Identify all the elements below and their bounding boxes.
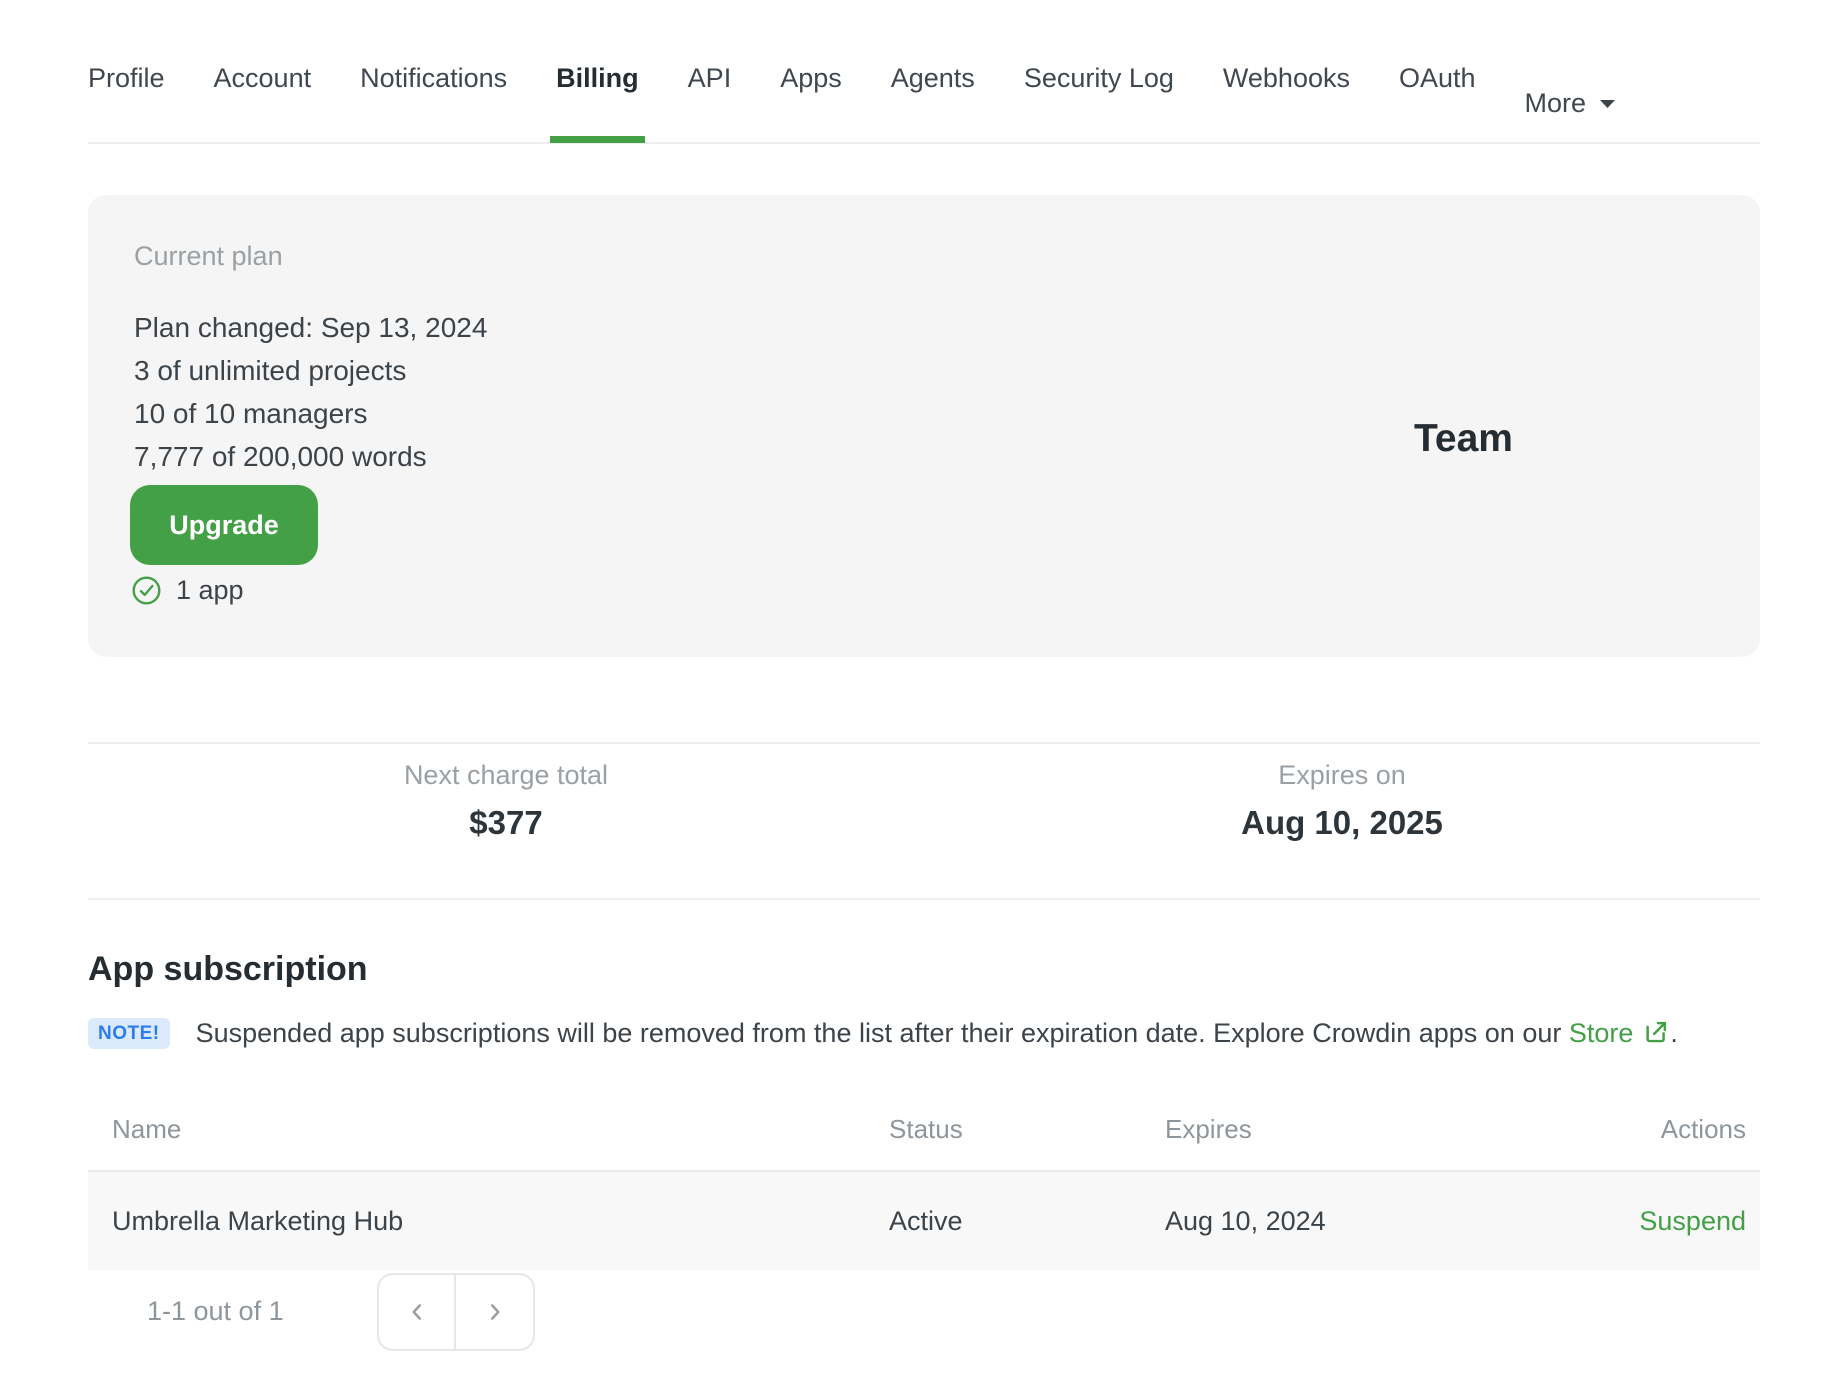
- tab-webhooks[interactable]: Webhooks: [1223, 62, 1350, 144]
- chevron-right-icon: [490, 1304, 500, 1320]
- tab-api[interactable]: API: [688, 62, 732, 144]
- chevron-left-icon: [411, 1304, 421, 1320]
- cell-status: Active: [889, 1205, 963, 1236]
- words-usage-line: 7,777 of 200,000 words: [134, 441, 427, 472]
- chevron-down-icon: [1600, 100, 1616, 108]
- subscriptions-table: Name Status Expires Actions Umbrella Mar…: [88, 1088, 1760, 1270]
- table-row: Umbrella Marketing Hub Active Aug 10, 20…: [88, 1170, 1760, 1270]
- note-text: Suspended app subscriptions will be remo…: [196, 1018, 1678, 1049]
- billing-summary: Next charge total $377 Expires on Aug 10…: [88, 742, 1760, 900]
- tab-more-label: More: [1524, 87, 1587, 118]
- header-actions: Actions: [1660, 1113, 1746, 1144]
- expires-on-block: Expires on Aug 10, 2025: [924, 744, 1760, 898]
- pagination-range-label: 1-1 out of 1: [147, 1296, 284, 1326]
- tab-profile[interactable]: Profile: [88, 62, 165, 144]
- next-charge-value: $377: [469, 804, 543, 841]
- projects-usage-line: 3 of unlimited projects: [134, 355, 407, 386]
- app-subscription-heading: App subscription: [88, 950, 368, 988]
- cell-expires: Aug 10, 2024: [1165, 1205, 1326, 1236]
- tab-notifications[interactable]: Notifications: [360, 62, 507, 144]
- managers-usage-line: 10 of 10 managers: [134, 398, 368, 429]
- suspend-action-link[interactable]: Suspend: [1639, 1206, 1746, 1236]
- settings-tabs: Profile Account Notifications Billing AP…: [88, 0, 1760, 144]
- tab-security-log[interactable]: Security Log: [1024, 62, 1174, 144]
- tab-billing[interactable]: Billing: [550, 62, 645, 144]
- store-link[interactable]: Store: [1569, 1018, 1634, 1048]
- next-page-button[interactable]: [456, 1275, 533, 1349]
- note-text-before: Suspended app subscriptions will be remo…: [195, 1018, 1569, 1048]
- expires-on-label: Expires on: [1278, 760, 1406, 790]
- tab-oauth[interactable]: OAuth: [1399, 62, 1476, 144]
- external-link-icon[interactable]: [1642, 1019, 1669, 1046]
- next-charge-block: Next charge total $377: [88, 744, 924, 898]
- expires-on-value: Aug 10, 2025: [1241, 804, 1443, 841]
- tab-account[interactable]: Account: [214, 62, 312, 144]
- header-expires: Expires: [1165, 1113, 1252, 1144]
- current-plan-card: Current plan Plan changed: Sep 13, 2024 …: [88, 195, 1760, 657]
- header-status: Status: [889, 1113, 963, 1144]
- note-line: NOTE! Suspended app subscriptions will b…: [88, 1018, 1788, 1049]
- current-plan-label: Current plan: [134, 241, 283, 271]
- apps-count-line: 1 app: [132, 575, 244, 606]
- note-text-after: .: [1670, 1018, 1678, 1048]
- note-badge: NOTE!: [88, 1018, 170, 1049]
- table-header-row: Name Status Expires Actions: [88, 1088, 1760, 1170]
- header-name: Name: [112, 1113, 182, 1144]
- tab-more[interactable]: More: [1525, 62, 1617, 144]
- apps-count-label: 1 app: [176, 575, 244, 605]
- plan-name: Team: [1414, 417, 1513, 460]
- check-circle-icon: [132, 576, 161, 605]
- upgrade-button[interactable]: Upgrade: [130, 485, 318, 565]
- cell-app-name: Umbrella Marketing Hub: [112, 1205, 404, 1236]
- plan-usage-lines: Plan changed: Sep 13, 2024 3 of unlimite…: [134, 306, 487, 478]
- plan-changed-line: Plan changed: Sep 13, 2024: [134, 312, 488, 343]
- next-charge-label: Next charge total: [403, 760, 609, 790]
- tab-apps[interactable]: Apps: [780, 62, 842, 144]
- pagination-controls: [377, 1273, 535, 1351]
- tab-agents[interactable]: Agents: [891, 62, 975, 144]
- previous-page-button[interactable]: [379, 1275, 456, 1349]
